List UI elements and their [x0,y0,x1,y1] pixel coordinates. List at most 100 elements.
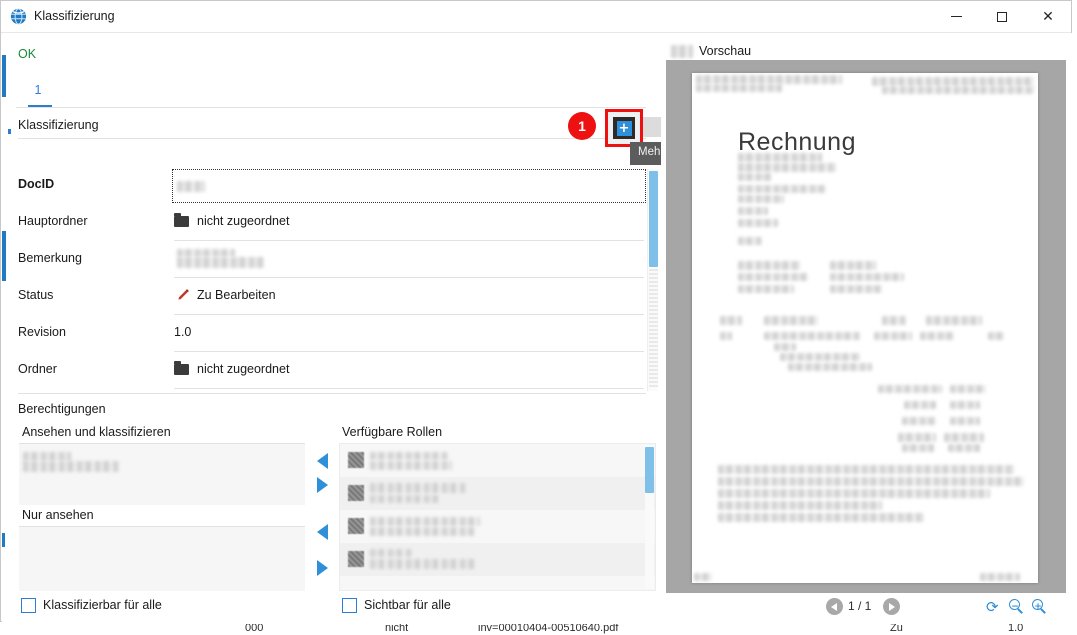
redacted-list-item [370,549,412,557]
redacted-doc-text [830,285,882,293]
folder-icon [174,361,189,375]
list-item[interactable] [340,477,655,510]
redacted-value [177,249,235,257]
redacted-doc-text [950,401,980,409]
checkbox-classifiable-for-all-label: Klassifizierbar für alle [43,598,162,612]
view-classify-list[interactable] [19,443,305,505]
redacted-doc-text [944,433,984,442]
field-label: Ordner [18,362,57,376]
checkbox-visible-for-all-label: Sichtbar für alle [364,598,451,612]
add-multi-classification-icon: + [613,117,635,139]
fields-scrollbar-thumb[interactable] [649,171,658,267]
field-label: DocID [18,177,55,191]
edge-accent-dot [8,129,11,134]
list-item[interactable] [340,543,655,576]
app-root: 000 nicht inv=00010404-00510640.pdf Zu 1… [0,0,1077,635]
edge-accent-lower [2,533,5,547]
redacted-doc-text [718,477,1024,486]
title-bar: Klassifizierung ✕ [1,1,1071,33]
redacted-list-item [370,452,448,460]
maximize-button[interactable] [979,1,1025,32]
app-globe-icon [10,8,27,25]
role-icon [348,485,364,501]
redacted-doc-text [788,363,872,371]
background-cell: Zu [890,624,903,634]
checkbox-visible-for-all[interactable] [342,598,357,613]
field-row-ordner[interactable]: Ordner nicht zugeordnet [2,352,661,389]
section-title: Klassifizierung [18,118,99,132]
tab-strip-divider [16,107,646,108]
field-row-status[interactable]: Status Zu Bearbeiten [2,278,661,315]
tab-1[interactable]: 1 [26,81,50,107]
field-value: nicht zugeordnet [197,362,290,376]
next-page-button[interactable] [883,598,900,615]
field-row-hauptordner[interactable]: Hauptordner nicht zugeordnet [2,204,661,241]
redacted-doc-text [718,513,924,522]
background-cell: inv=00010404-00510640.pdf [478,624,619,634]
redacted-doc-text [904,401,936,409]
redacted-doc-text [948,444,980,452]
redacted-doc-text [696,84,782,92]
field-divider [174,388,644,389]
fields-scrollbar[interactable] [647,169,658,391]
callout-badge-1: 1 [568,112,596,140]
roles-scrollbar[interactable] [645,445,654,589]
list-item[interactable] [340,444,655,477]
redacted-list-item [370,527,474,536]
secondary-icon-button-ghost[interactable] [643,117,661,137]
background-cell: 1.0 [1008,624,1024,634]
role-icon [348,452,364,468]
redacted-list-item [370,559,476,569]
field-row-bemerkung[interactable]: Bemerkung [2,241,661,278]
redacted-doc-text [926,316,982,325]
redacted-doc-text [738,219,778,227]
redacted-list-item [370,517,480,526]
redacted-doc-text [694,573,712,581]
refresh-zoom-button[interactable]: ⟳ [986,599,999,617]
pencil-icon [175,288,190,303]
list-item[interactable] [340,510,655,543]
minimize-button[interactable] [933,1,979,32]
roles-scrollbar-thumb[interactable] [645,447,654,493]
move-right-arrow-bottom[interactable] [317,560,328,576]
field-row-docid[interactable]: DocID [2,167,661,204]
preview-pane: Vorschau Rechnung 1 / 1 ⟳ − + [661,33,1072,622]
redacted-doc-text [720,316,742,325]
redacted-doc-text [950,385,986,393]
move-right-arrow-top[interactable] [317,477,328,493]
redacted-doc-text [872,77,1034,86]
background-cell: nicht [385,624,409,634]
redacted-doc-text [738,153,822,162]
document-page[interactable]: Rechnung [692,73,1038,583]
redacted-doc-text [738,285,794,293]
view-classify-title: Ansehen und klassifizieren [22,425,171,439]
close-button[interactable]: ✕ [1025,1,1071,32]
checkbox-classifiable-for-all[interactable] [21,598,36,613]
view-only-list[interactable] [19,526,305,591]
redacted-doc-text [764,332,860,340]
redacted-doc-text [720,332,732,340]
redacted-doc-text [738,273,808,281]
move-left-arrow-bottom[interactable] [317,524,328,540]
redacted-doc-text [774,343,796,351]
classification-dialog: Klassifizierung ✕ OK 1 Klassifizierung 1… [0,0,1072,622]
redacted-value [177,181,205,192]
redacted-doc-text [830,261,876,270]
redacted-doc-text [920,332,954,340]
available-roles-list[interactable] [339,443,656,591]
redacted-doc-text [718,489,990,498]
redacted-doc-text [738,163,836,172]
field-value: Zu Bearbeiten [197,288,276,302]
view-only-title: Nur ansehen [22,508,94,522]
classification-pane: OK 1 Klassifizierung 1 + Mehrfachklassif [2,33,661,622]
field-value: nicht zugeordnet [197,214,290,228]
redacted-doc-text [882,316,906,325]
redacted-doc-text [738,185,826,193]
background-cell: 000 [245,624,264,634]
fields-scrollbar-track[interactable] [649,269,658,387]
preview-viewport[interactable]: Rechnung [666,60,1066,593]
edge-accent-top [2,55,6,97]
previous-page-button[interactable] [826,598,843,615]
move-left-arrow-top[interactable] [317,453,328,469]
field-row-revision[interactable]: Revision 1.0 [2,315,661,352]
